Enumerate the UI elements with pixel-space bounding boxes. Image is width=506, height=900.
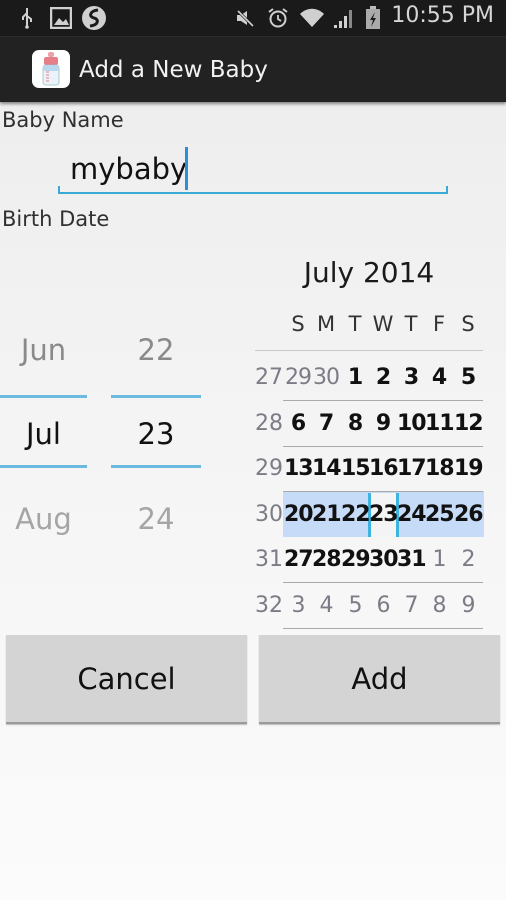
calendar-day[interactable]: 1 [341, 365, 369, 390]
calendar-day[interactable]: 7 [397, 593, 425, 618]
day-next[interactable]: 24 [111, 502, 201, 536]
mute-icon [234, 6, 256, 30]
month-prev[interactable]: Jun [0, 333, 87, 367]
swype-icon [81, 6, 107, 30]
clock-time: 10:55 PM [391, 3, 494, 28]
calendar-day[interactable]: 26 [454, 502, 484, 527]
calendar-day[interactable]: 16 [369, 456, 399, 481]
calendar-day[interactable]: 3 [397, 365, 425, 390]
alarm-icon [267, 6, 289, 30]
calendar-day[interactable]: 9 [454, 593, 482, 618]
calendar-header-divider [255, 350, 483, 351]
weekday-label: W [372, 312, 394, 336]
calendar-day[interactable]: 4 [312, 593, 340, 618]
calendar-day[interactable]: 5 [341, 593, 369, 618]
calendar-day[interactable]: 29 [341, 547, 371, 572]
calendar-day[interactable]: 1 [425, 547, 453, 572]
month-next[interactable]: Aug [0, 502, 87, 536]
action-bar: Add a New Baby [0, 36, 506, 102]
weekday-label: M [316, 312, 336, 336]
calendar-day[interactable]: 14 [312, 456, 342, 481]
week-row-divider [283, 582, 483, 583]
weekday-label: F [432, 312, 446, 336]
wifi-icon [299, 6, 325, 30]
calendar-day[interactable]: 15 [341, 456, 371, 481]
calendar-day[interactable]: 19 [454, 456, 484, 481]
baby-name-label: Baby Name [2, 108, 124, 132]
calendar-day[interactable]: 29 [284, 365, 312, 390]
week-number: 29 [255, 456, 283, 481]
calendar-day[interactable]: 7 [312, 411, 340, 436]
calendar-day[interactable]: 24 [397, 502, 427, 527]
calendar-day[interactable]: 25 [425, 502, 455, 527]
day-divider-bottom [111, 465, 201, 468]
weekday-label: S [291, 312, 305, 336]
input-underline-right-tick [446, 186, 448, 194]
calendar-day[interactable]: 6 [284, 411, 312, 436]
baby-name-value[interactable]: mybaby [70, 152, 187, 186]
day-divider-top [111, 395, 201, 398]
birth-date-label: Birth Date [2, 207, 110, 231]
calendar-day[interactable]: 5 [454, 365, 482, 390]
calendar-day[interactable]: 3 [284, 593, 312, 618]
calendar-day[interactable]: 10 [397, 411, 427, 436]
week-row-divider [283, 446, 483, 447]
calendar-day[interactable]: 27 [284, 547, 314, 572]
calendar-day[interactable]: 28 [312, 547, 342, 572]
calendar-day[interactable]: 8 [425, 593, 453, 618]
weekday-label: T [404, 312, 418, 336]
week-number: 32 [255, 593, 283, 618]
month-divider-bottom [0, 465, 87, 468]
month-divider-top [0, 395, 87, 398]
calendar-day[interactable]: 6 [369, 593, 397, 618]
battery-charging-icon [364, 6, 382, 30]
calendar-day[interactable]: 22 [341, 502, 371, 527]
calendar-day[interactable]: 11 [425, 411, 455, 436]
calendar-day[interactable]: 30 [312, 365, 340, 390]
cancel-button[interactable]: Cancel [6, 635, 247, 724]
day-prev[interactable]: 22 [111, 333, 201, 367]
week-number: 30 [255, 502, 283, 527]
calendar-day[interactable]: 30 [369, 547, 399, 572]
week-number: 31 [255, 547, 283, 572]
calendar-day[interactable]: 13 [284, 456, 314, 481]
add-button[interactable]: Add [259, 635, 500, 724]
calendar-day[interactable]: 31 [397, 547, 427, 572]
weekday-label: T [348, 312, 362, 336]
calendar-month-title: July 2014 [303, 256, 435, 289]
input-underline-left-tick [58, 186, 60, 194]
week-row-divider [283, 400, 483, 401]
baby-name-input[interactable]: mybaby [58, 146, 448, 196]
calendar-day[interactable]: 18 [425, 456, 455, 481]
day-selected[interactable]: 23 [111, 417, 201, 451]
baby-bottle-icon[interactable] [32, 50, 70, 88]
month-selected[interactable]: Jul [0, 417, 87, 451]
text-cursor [185, 147, 188, 190]
week-row-divider [283, 491, 483, 492]
gallery-icon [49, 6, 73, 30]
calendar-day[interactable]: 17 [397, 456, 427, 481]
calendar-day[interactable]: 2 [369, 365, 397, 390]
calendar-day[interactable]: 20 [284, 502, 314, 527]
calendar-day[interactable]: 9 [369, 411, 397, 436]
week-row-divider [283, 628, 483, 629]
week-number: 27 [255, 365, 283, 390]
weekday-label: S [461, 312, 475, 336]
week-number: 28 [255, 411, 283, 436]
signal-icon [332, 6, 356, 30]
calendar-day[interactable]: 21 [312, 502, 342, 527]
calendar-day[interactable]: 2 [454, 547, 482, 572]
calendar-day[interactable]: 23 [369, 502, 399, 527]
calendar-day[interactable]: 8 [341, 411, 369, 436]
page-title: Add a New Baby [79, 57, 268, 83]
usb-icon [16, 6, 38, 30]
calendar-day[interactable]: 12 [454, 411, 484, 436]
calendar-day[interactable]: 4 [425, 365, 453, 390]
input-underline [58, 192, 448, 194]
status-bar: 10:55 PM [0, 0, 506, 36]
